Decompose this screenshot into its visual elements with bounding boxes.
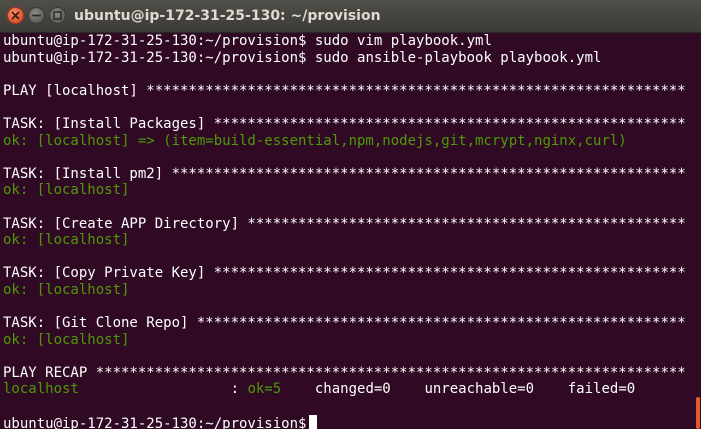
line-text: TASK: [Install pm2] ********************… (3, 165, 686, 182)
minimize-button[interactable] (28, 7, 45, 24)
terminal-lines: ubuntu@ip-172-31-25-130:~/provision$ sud… (3, 33, 693, 381)
line-text: PLAY [localhost] ***********************… (3, 82, 686, 99)
prompt-prefix: ubuntu@ip-172-31-25-130:~/provision$ (3, 415, 307, 429)
recap-host: localhost (3, 381, 79, 398)
line-text: TASK: [Copy Private Key] ***************… (3, 265, 686, 282)
recap-ok: ok=5 (247, 381, 282, 398)
recap-failed: failed=0 (534, 381, 636, 398)
close-icon (11, 11, 20, 20)
maximize-button[interactable] (49, 7, 66, 24)
recap-line: localhost : ok=5 changed=0 unreachable=0… (3, 381, 693, 398)
scrollbar-thumb[interactable] (696, 397, 700, 429)
terminal-line: ok: [localhost] => (item=build-essential… (3, 133, 693, 150)
terminal-line: TASK: [Git Clone Repo] *****************… (3, 315, 693, 332)
terminal-line: PLAY RECAP *****************************… (3, 365, 693, 382)
text-cursor (309, 414, 318, 429)
minimize-icon (32, 14, 41, 17)
recap-changed: changed=0 (281, 381, 391, 398)
recap-unreachable: unreachable=0 (390, 381, 535, 398)
line-text: TASK: [Git Clone Repo] *****************… (3, 315, 686, 332)
terminal-window: ubuntu@ip-172-31-25-130: ~/provision ubu… (0, 0, 701, 429)
terminal-output[interactable]: ubuntu@ip-172-31-25-130:~/provision$ sud… (0, 33, 693, 429)
terminal-line: TASK: [Create APP Directory] ***********… (3, 216, 693, 233)
line-text: TASK: [Install Packages] ***************… (3, 115, 686, 132)
close-button[interactable] (7, 7, 24, 24)
title-bar[interactable]: ubuntu@ip-172-31-25-130: ~/provision (0, 0, 701, 33)
terminal-line: ubuntu@ip-172-31-25-130:~/provision$ sud… (3, 33, 693, 50)
line-text: sudo ansible-playbook playbook.yml (314, 49, 602, 66)
prompt-line[interactable]: ubuntu@ip-172-31-25-130:~/provision$ (3, 414, 693, 429)
terminal-line: TASK: [Install Packages] ***************… (3, 116, 693, 133)
line-text: TASK: [Create APP Directory] ***********… (3, 215, 686, 232)
line-text: sudo vim playbook.yml (314, 33, 492, 49)
window-title: ubuntu@ip-172-31-25-130: ~/provision (74, 8, 381, 24)
prompt-prefix: ubuntu@ip-172-31-25-130:~/provision$ (3, 33, 315, 49)
prompt-prefix: ubuntu@ip-172-31-25-130:~/provision$ (3, 49, 315, 66)
maximize-icon (53, 11, 62, 20)
terminal-line: ubuntu@ip-172-31-25-130:~/provision$ sud… (3, 50, 693, 67)
task-result: ok: [localhost] (3, 182, 130, 199)
line-text: PLAY RECAP *****************************… (3, 364, 686, 381)
terminal-line: ok: [localhost] (3, 332, 693, 349)
recap-separator: : (78, 381, 248, 398)
terminal-line: ok: [localhost] (3, 232, 693, 249)
task-result: ok: [localhost] (3, 281, 130, 298)
terminal-line: ok: [localhost] (3, 182, 693, 199)
terminal-line: ok: [localhost] (3, 282, 693, 299)
task-result: ok: [localhost] (3, 232, 130, 249)
task-result: ok: [localhost] => (item=build-essential… (3, 132, 627, 149)
terminal-line: TASK: [Copy Private Key] ***************… (3, 265, 693, 282)
terminal-line: TASK: [Install pm2] ********************… (3, 166, 693, 183)
scrollbar[interactable] (693, 33, 701, 429)
terminal-line: PLAY [localhost] ***********************… (3, 83, 693, 100)
task-result: ok: [localhost] (3, 331, 130, 348)
